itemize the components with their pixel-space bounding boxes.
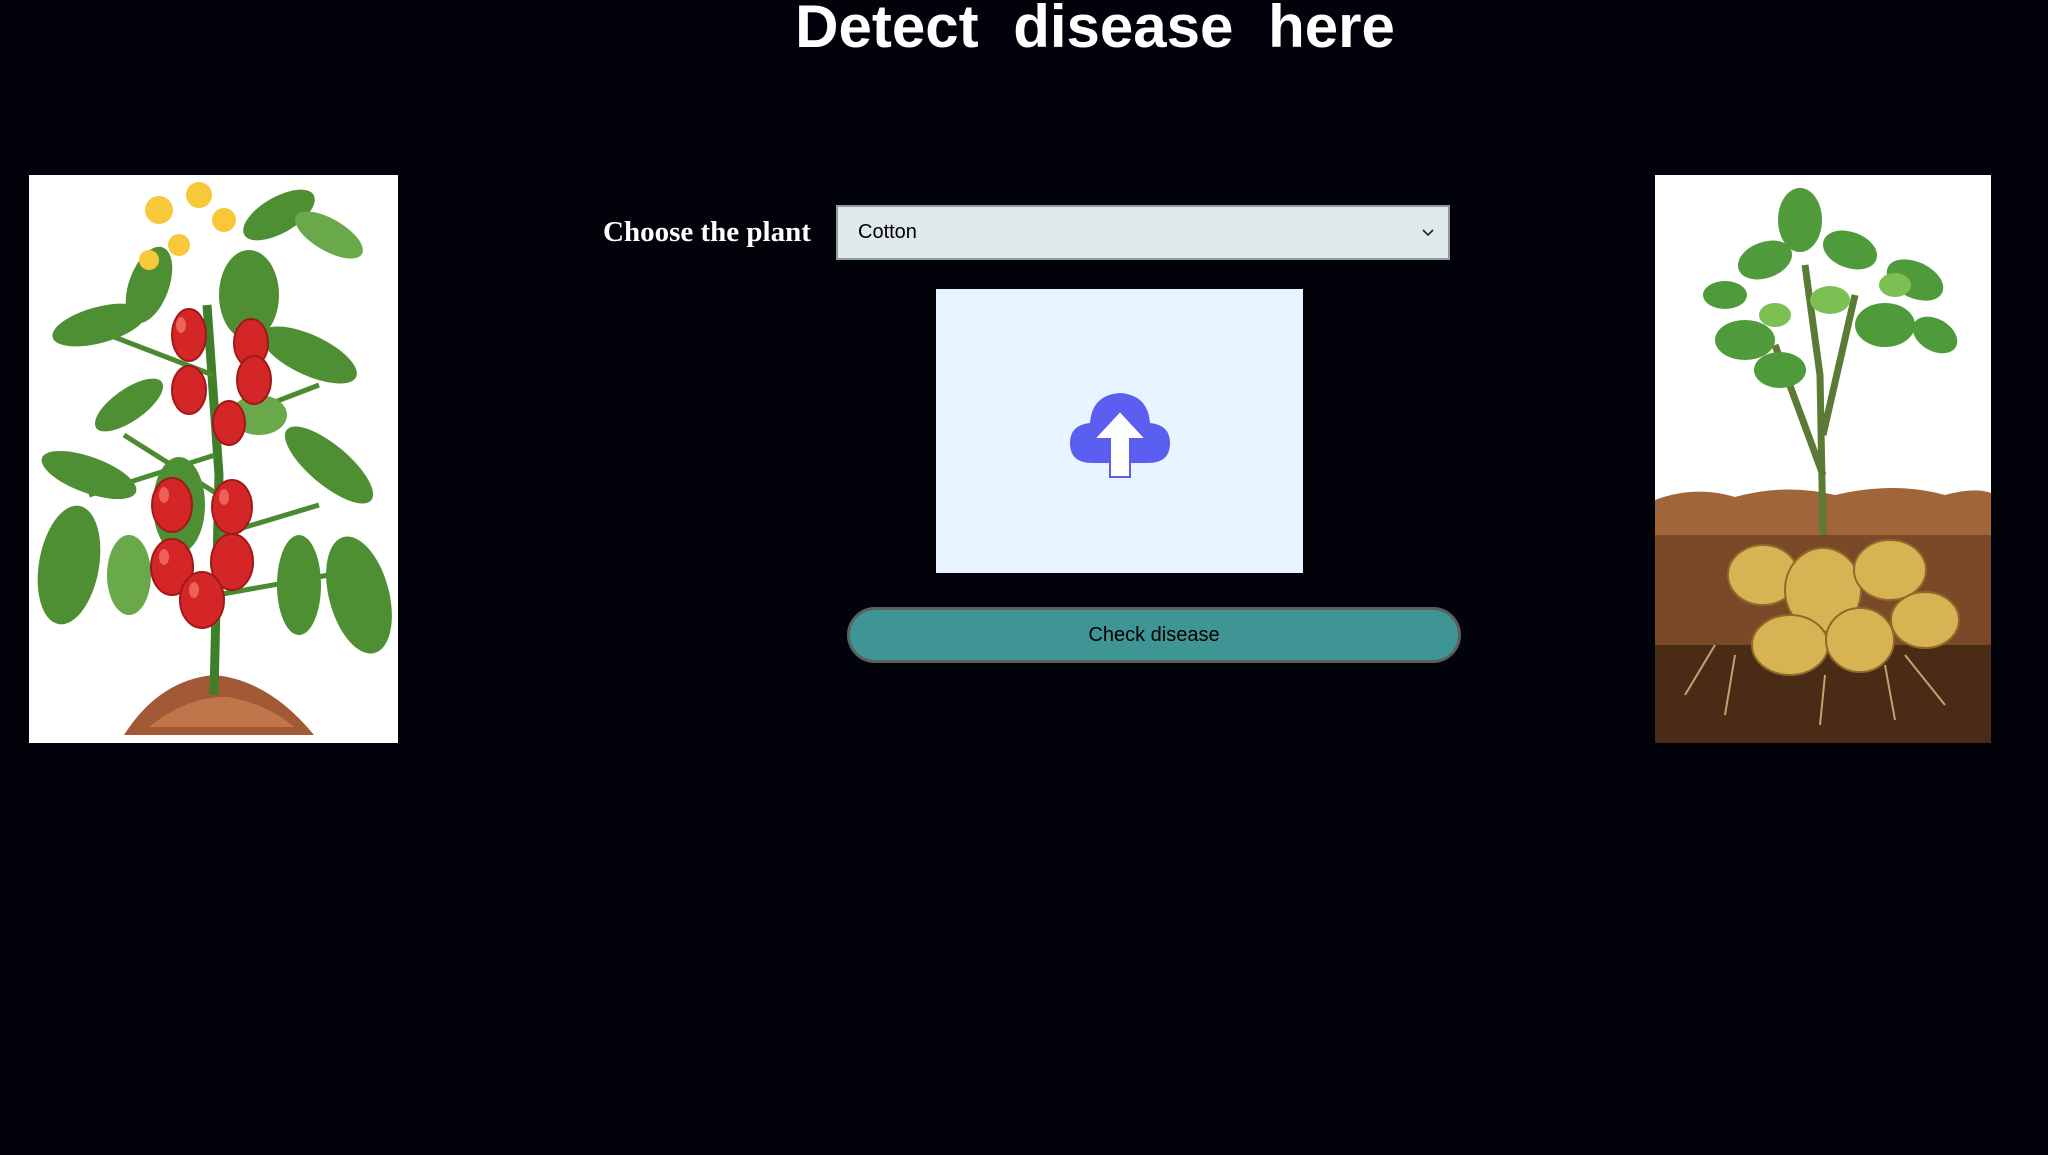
- plant-select-value: Cotton: [858, 221, 917, 243]
- page: Detect disease here Choose the plant Cot…: [0, 0, 2048, 1155]
- potato-plant-image: [1655, 175, 1991, 743]
- check-disease-button[interactable]: Check disease: [847, 607, 1461, 663]
- tomato-plant-image: [29, 175, 398, 743]
- choose-plant-label: Choose the plant: [603, 216, 811, 248]
- image-upload-area[interactable]: [936, 289, 1303, 573]
- plant-select[interactable]: Cotton: [836, 205, 1450, 260]
- page-title: Detect disease here: [795, 0, 1395, 60]
- cloud-upload-icon: [1069, 393, 1170, 478]
- chevron-down-icon: [1422, 229, 1434, 237]
